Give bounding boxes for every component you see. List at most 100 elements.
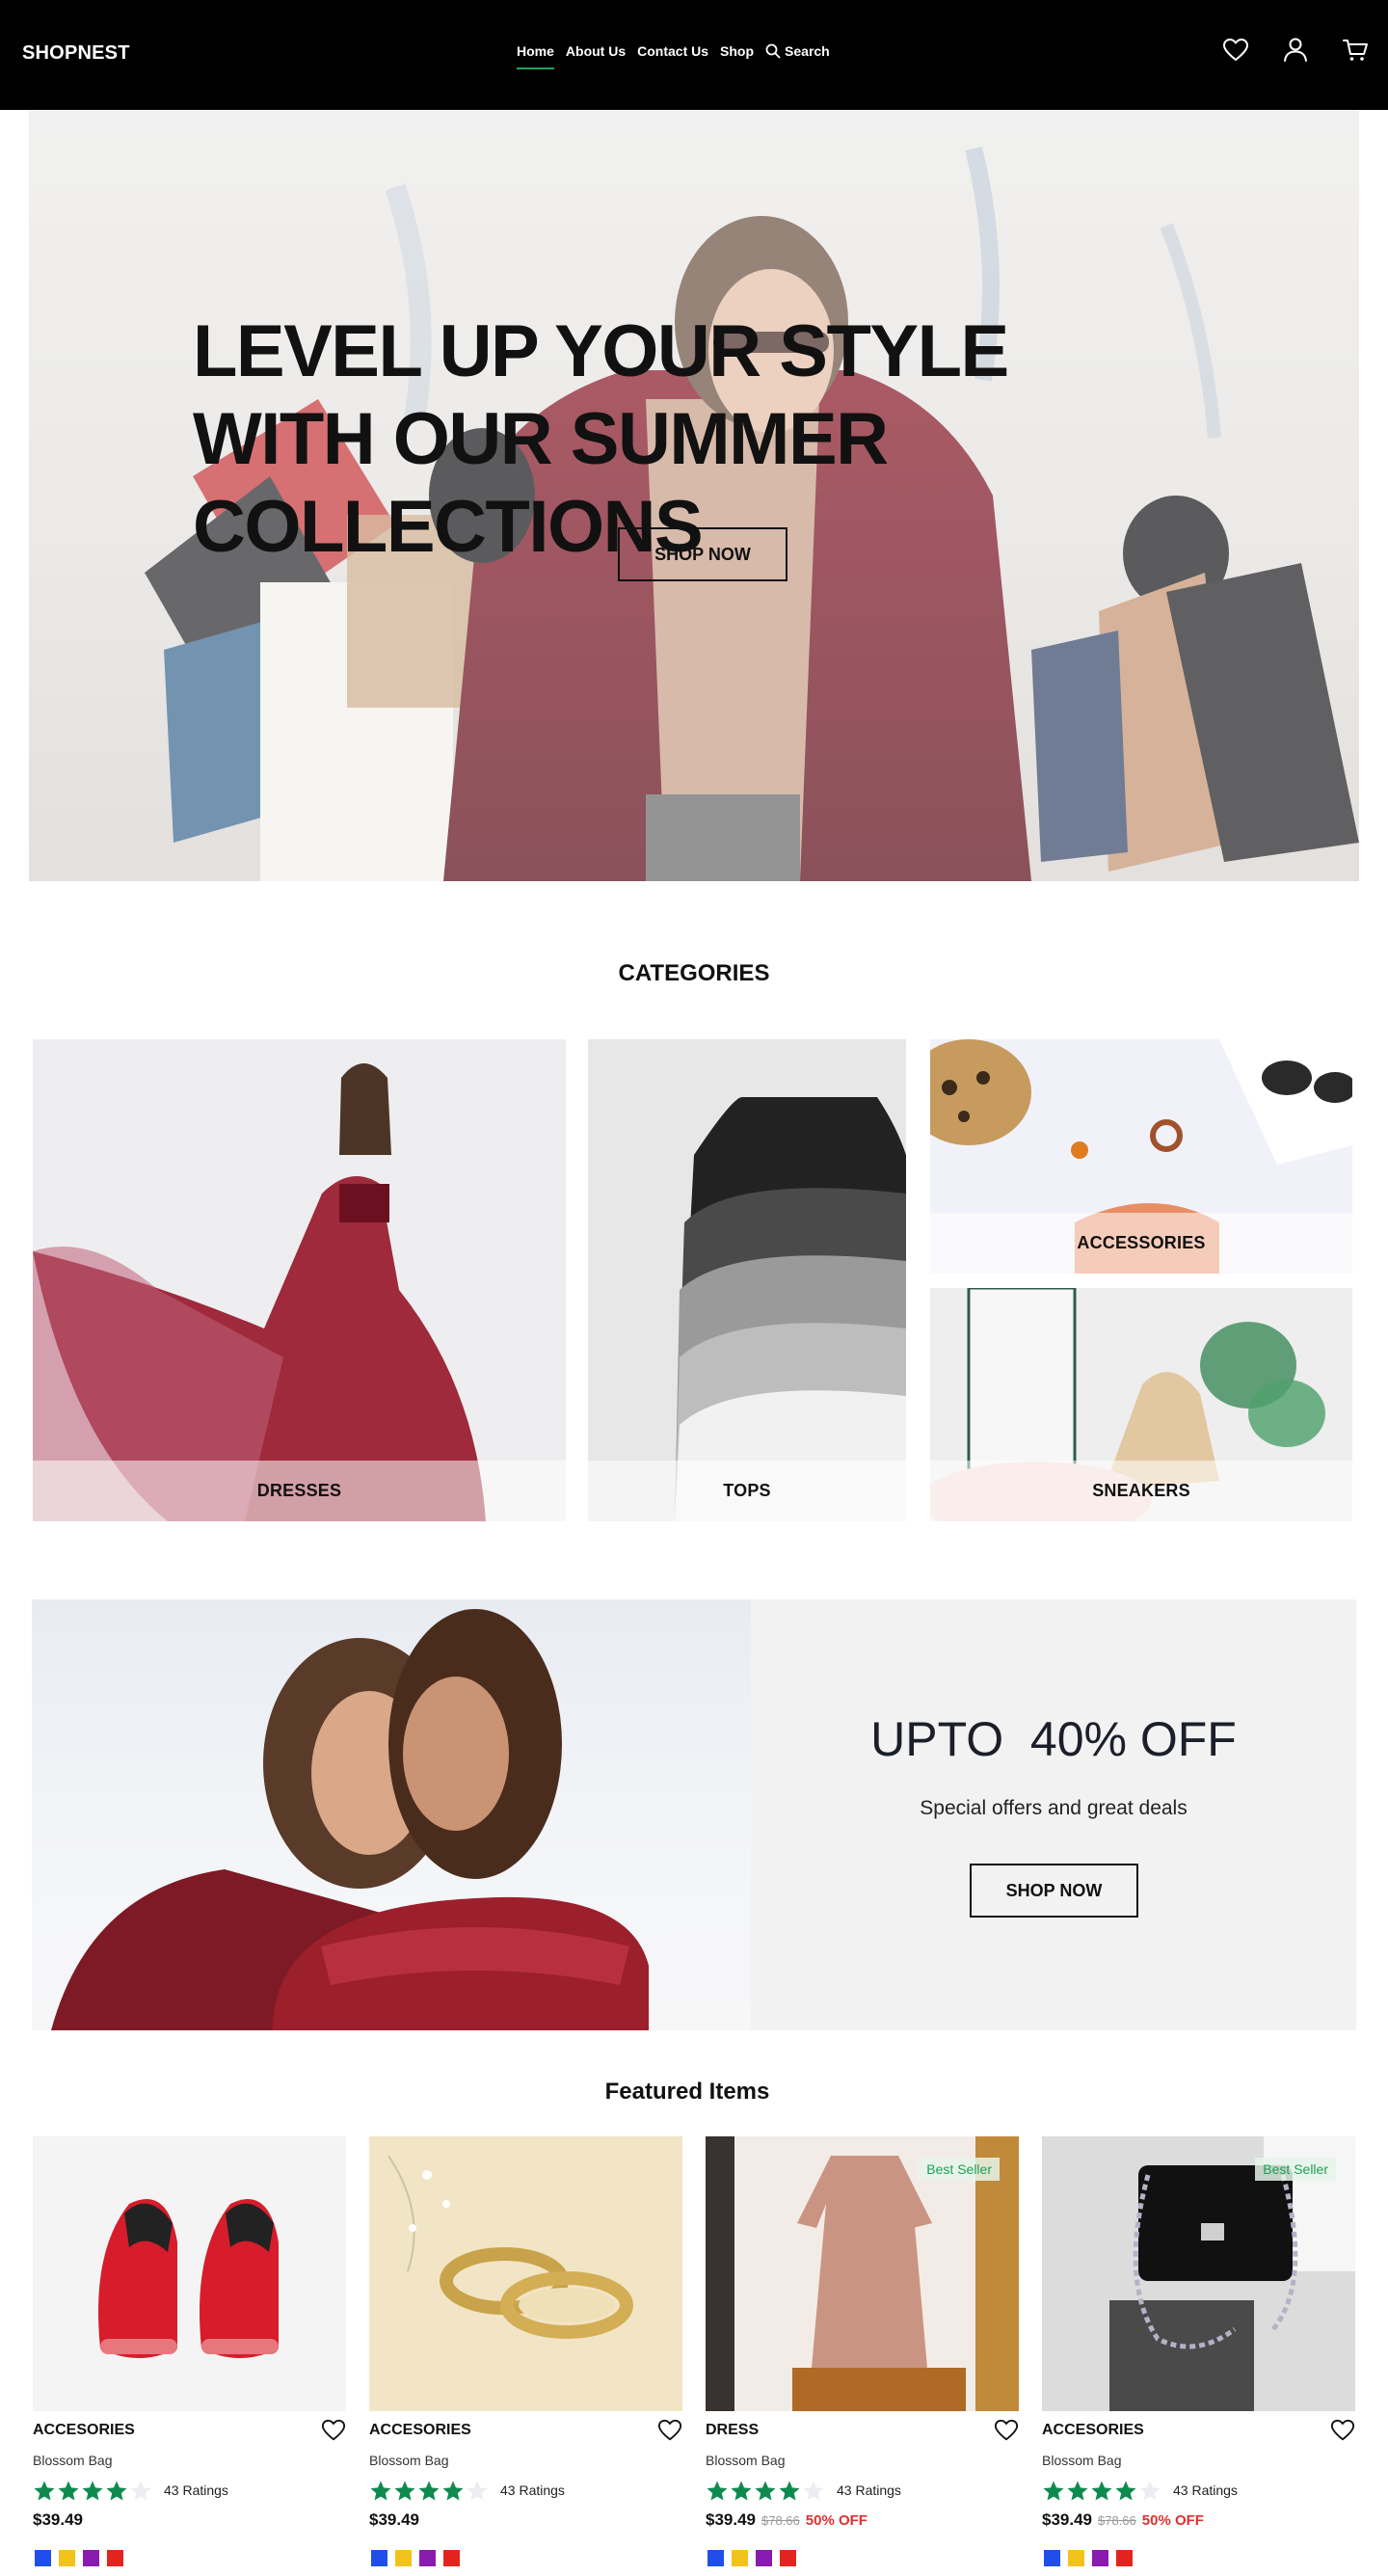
product-card: ACCESORIES Blossom Bag 43 Ratings $39.49 [33, 2136, 346, 2576]
rating-count: 43 Ratings [500, 2482, 565, 2498]
heart-icon[interactable] [1222, 37, 1249, 64]
wishlist-heart-icon[interactable] [1330, 2418, 1355, 2443]
product-price: $39.49 [1042, 2510, 1092, 2529]
star-filled-icon [779, 2481, 800, 2501]
category-card-dresses[interactable]: DRESSES [33, 1039, 566, 1521]
category-label: SNEAKERS [930, 1461, 1352, 1521]
star-filled-icon [394, 2481, 415, 2501]
nav-contact-us[interactable]: Contact Us [637, 43, 708, 63]
product-old-price: $78.66 [1098, 2513, 1136, 2528]
nav-home[interactable]: Home [517, 43, 554, 69]
categories-title: CATEGORIES [618, 960, 770, 986]
color-swatch[interactable] [107, 2550, 123, 2566]
star-empty-icon [130, 2481, 151, 2501]
color-swatch[interactable] [1092, 2550, 1108, 2566]
brand-logo[interactable]: SHOPNEST [22, 42, 130, 65]
star-filled-icon [755, 2481, 776, 2501]
product-image[interactable] [33, 2136, 346, 2411]
product-old-price: $78.66 [761, 2513, 800, 2528]
star-filled-icon [34, 2481, 55, 2501]
product-name: Blossom Bag [706, 2453, 786, 2468]
nav-about-us[interactable]: About Us [566, 43, 626, 63]
hero-banner: LEVEL UP YOUR STYLE WITH OUR SUMMER COLL… [29, 110, 1359, 881]
color-swatch[interactable] [59, 2550, 75, 2566]
product-category: DRESS [706, 2422, 760, 2438]
product-card: Best Seller DRESS Blossom Bag 43 Ratings… [706, 2136, 1019, 2576]
star-filled-icon [442, 2481, 464, 2501]
promo-headline: UPTO 40% OFF [870, 1712, 1237, 1766]
color-swatch[interactable] [707, 2550, 724, 2566]
color-swatch[interactable] [371, 2550, 387, 2566]
product-image[interactable]: Best Seller [706, 2136, 1019, 2411]
color-swatch[interactable] [1116, 2550, 1133, 2566]
color-swatch[interactable] [756, 2550, 772, 2566]
user-icon[interactable] [1282, 37, 1309, 64]
star-filled-icon [82, 2481, 103, 2501]
product-image[interactable] [369, 2136, 682, 2411]
category-card-tops[interactable]: TOPS [588, 1039, 906, 1521]
product-discount: 50% OFF [1141, 2512, 1204, 2529]
hero-shop-now-button[interactable]: SHOP NOW [618, 527, 787, 581]
promo-shop-now-button[interactable]: SHOP NOW [970, 1864, 1138, 1918]
color-swatch[interactable] [732, 2550, 748, 2566]
product-name: Blossom Bag [33, 2453, 113, 2468]
product-category: ACCESORIES [33, 2422, 135, 2438]
color-swatches [1044, 2550, 1133, 2566]
color-swatch[interactable] [1044, 2550, 1060, 2566]
star-filled-icon [106, 2481, 127, 2501]
product-name: Blossom Bag [1042, 2453, 1122, 2468]
product-rating: 43 Ratings [33, 2478, 346, 2503]
site-header: SHOPNEST Home About Us Contact Us Shop S… [0, 0, 1388, 110]
wishlist-heart-icon[interactable] [321, 2418, 346, 2443]
wishlist-heart-icon[interactable] [994, 2418, 1019, 2443]
nav-search[interactable]: Search [765, 43, 830, 63]
header-actions [1222, 37, 1369, 64]
product-rating: 43 Ratings [369, 2478, 682, 2503]
category-card-sneakers[interactable]: SNEAKERS [930, 1288, 1352, 1521]
color-swatch[interactable] [83, 2550, 99, 2566]
promo-models-image [51, 1609, 649, 2030]
price-row: $39.49 $78.66 50% OFF [1042, 2510, 1204, 2530]
price-row: $39.49 $78.66 50% OFF [706, 2510, 868, 2530]
star-empty-icon [1139, 2481, 1161, 2501]
red-sneakers-image [33, 2136, 346, 2411]
rating-stars [369, 2480, 489, 2503]
best-seller-badge: Best Seller [1255, 2158, 1336, 2181]
color-swatches [35, 2550, 123, 2566]
star-filled-icon [1115, 2481, 1136, 2501]
featured-title: Featured Items [604, 2079, 770, 2105]
star-empty-icon [467, 2481, 488, 2501]
star-filled-icon [58, 2481, 79, 2501]
color-swatch[interactable] [443, 2550, 460, 2566]
rating-stars [1042, 2480, 1161, 2503]
color-swatch[interactable] [1068, 2550, 1084, 2566]
cart-icon[interactable] [1342, 37, 1369, 64]
color-swatch[interactable] [35, 2550, 51, 2566]
product-category: ACCESORIES [1042, 2422, 1144, 2438]
nav-shop[interactable]: Shop [720, 43, 754, 63]
color-swatch[interactable] [780, 2550, 796, 2566]
price-row: $39.49 [33, 2510, 83, 2530]
product-card: Best Seller ACCESORIES Blossom Bag 43 Ra… [1042, 2136, 1355, 2576]
dresses-image [33, 1039, 566, 1521]
rating-count: 43 Ratings [837, 2482, 901, 2498]
product-image[interactable]: Best Seller [1042, 2136, 1355, 2411]
category-label: DRESSES [33, 1461, 566, 1521]
color-swatch[interactable] [419, 2550, 436, 2566]
search-label: Search [785, 43, 830, 59]
wishlist-heart-icon[interactable] [657, 2418, 682, 2443]
product-card: ACCESORIES Blossom Bag 43 Ratings $39.49 [369, 2136, 682, 2576]
rating-stars [706, 2480, 825, 2503]
product-price: $39.49 [33, 2510, 83, 2529]
product-rating: 43 Ratings [1042, 2478, 1355, 2503]
star-filled-icon [1043, 2481, 1064, 2501]
category-card-accessories[interactable]: ACCESSORIES [930, 1039, 1352, 1274]
color-swatch[interactable] [395, 2550, 412, 2566]
promo-panel: UPTO 40% OFF Special offers and great de… [751, 1599, 1356, 2030]
rating-stars [33, 2480, 152, 2503]
star-filled-icon [1091, 2481, 1112, 2501]
product-discount: 50% OFF [805, 2512, 868, 2529]
tops-image [588, 1039, 906, 1521]
gold-rings-image [369, 2136, 682, 2411]
product-name: Blossom Bag [369, 2453, 449, 2468]
